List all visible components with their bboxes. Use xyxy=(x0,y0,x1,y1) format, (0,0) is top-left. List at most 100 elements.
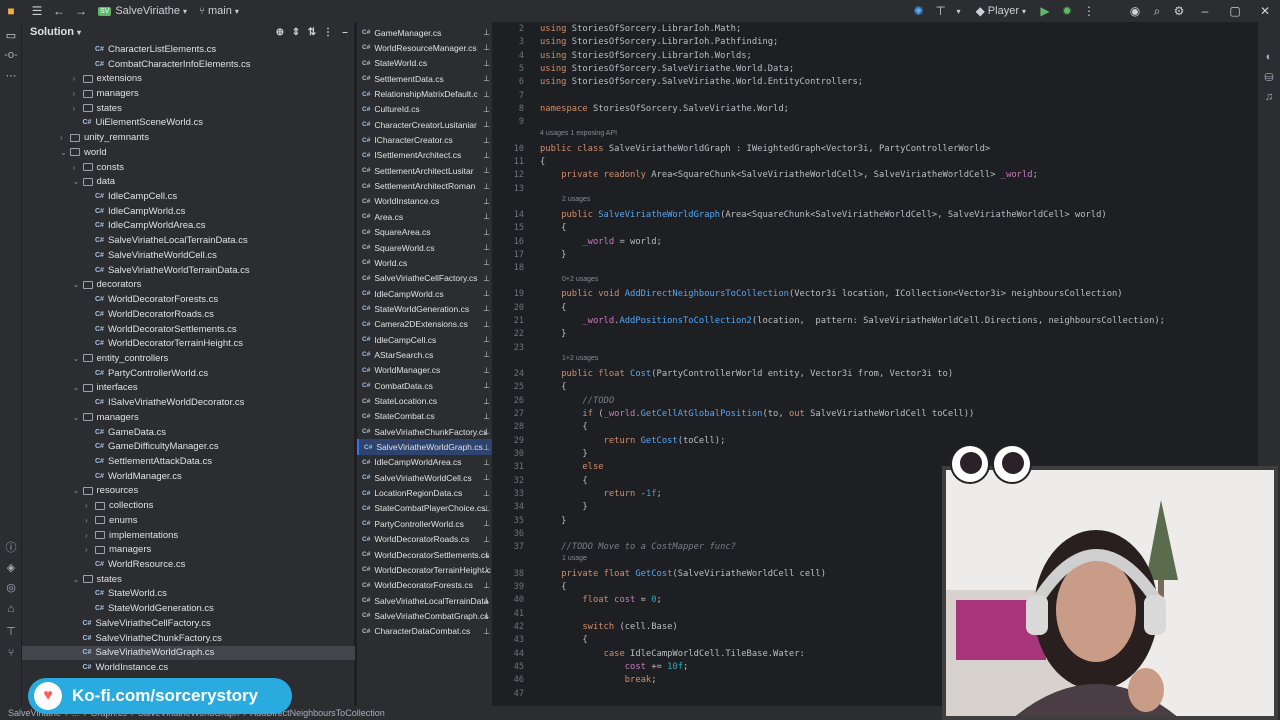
tree-file[interactable]: C# ISalveViriatheWorldDecorator.cs xyxy=(22,395,355,410)
code-line[interactable]: return -1f; xyxy=(540,489,662,499)
chevron-down-icon[interactable]: ⌄ xyxy=(73,280,83,289)
commit-icon[interactable]: -o- xyxy=(0,46,22,64)
code-line[interactable]: case IdleCampWorldCell.TileBase.Water: xyxy=(540,649,805,659)
plugin-icon[interactable]: ◉ xyxy=(1124,4,1146,18)
pin-icon[interactable]: ⊥ xyxy=(483,350,490,359)
open-file-tab[interactable]: C# StateCombatPlayerChoice.cs ⊥ xyxy=(357,501,492,516)
pin-icon[interactable]: ⊥ xyxy=(483,443,490,452)
open-file-tab[interactable]: C# SalveViriatheCombatGraph.cs ⊥ xyxy=(357,608,492,623)
pin-icon[interactable]: ⊥ xyxy=(483,258,490,267)
code-line[interactable]: namespace StoriesOfSorcery.SalveViriathe… xyxy=(540,104,789,114)
tree-file[interactable]: C# WorldDecoratorForests.cs xyxy=(22,292,355,307)
open-file-tab[interactable]: C# Camera2DExtensions.cs ⊥ xyxy=(357,317,492,332)
pin-icon[interactable]: ⊥ xyxy=(483,197,490,206)
pin-icon[interactable]: ⊥ xyxy=(483,581,490,590)
code-line[interactable]: public class SalveViriatheWorldGraph : I… xyxy=(540,144,990,154)
code-line[interactable]: } xyxy=(540,502,587,512)
code-line[interactable]: { xyxy=(540,223,566,233)
tree-file[interactable]: C# IdleCampWorld.cs xyxy=(22,204,355,219)
tree-file[interactable]: C# SalveViriatheCellFactory.cs xyxy=(22,616,355,631)
tree-folder[interactable]: ⌄ world xyxy=(22,145,355,160)
code-line[interactable]: public void AddDirectNeighboursToCollect… xyxy=(540,289,1122,299)
chevron-down-icon[interactable]: ⌄ xyxy=(73,177,83,186)
pin-icon[interactable]: ⊥ xyxy=(483,473,490,482)
chevron-down-icon[interactable]: ⌄ xyxy=(73,413,83,422)
hide-icon[interactable]: – xyxy=(336,27,354,38)
open-file-tab[interactable]: C# StateLocation.cs ⊥ xyxy=(357,393,492,408)
tree-folder[interactable]: ⌄ entity_controllers xyxy=(22,351,355,366)
tree-folder[interactable]: › managers xyxy=(22,542,355,557)
git-icon[interactable]: ⑂ xyxy=(0,644,22,662)
open-file-tab[interactable]: C# IdleCampWorld.cs ⊥ xyxy=(357,286,492,301)
codelens-hint[interactable]: 4 usages 1 exposing API xyxy=(540,130,617,137)
pin-icon[interactable]: ⊥ xyxy=(483,166,490,175)
run-config-selector[interactable]: ◆ Player ▾ xyxy=(976,0,1026,22)
tree-folder[interactable]: › consts xyxy=(22,160,355,175)
open-file-tab[interactable]: C# StateCombat.cs ⊥ xyxy=(357,409,492,424)
open-file-tab[interactable]: C# StateWorldGeneration.cs ⊥ xyxy=(357,301,492,316)
codelens-hint[interactable]: 1 usage xyxy=(562,555,587,562)
code-line[interactable]: } xyxy=(540,516,566,526)
tree-folder[interactable]: › states xyxy=(22,101,355,116)
tree-file[interactable]: C# WorldDecoratorSettlements.cs xyxy=(22,322,355,337)
pin-icon[interactable]: ⊥ xyxy=(483,611,490,620)
open-file-tab[interactable]: C# WorldResourceManager.cs ⊥ xyxy=(357,40,492,55)
more-icon[interactable]: ⋯ xyxy=(0,66,22,84)
folder-icon[interactable]: ▭ xyxy=(0,26,22,44)
more-icon[interactable]: ⋮ xyxy=(320,27,336,38)
open-file-tab[interactable]: C# CharacterCreatorLusitaniar ⊥ xyxy=(357,117,492,132)
code-line[interactable]: _world.AddPositionsToCollection2(locatio… xyxy=(540,316,1165,326)
tree-folder[interactable]: ⌄ states xyxy=(22,572,355,587)
vcs-icon[interactable]: ⊤ xyxy=(930,4,952,18)
pin-icon[interactable]: ⊥ xyxy=(483,243,490,252)
code-line[interactable]: { xyxy=(540,476,587,486)
code-line[interactable]: using StoriesOfSorcery.SalveViriathe.Wor… xyxy=(540,64,794,74)
close-icon[interactable]: ✕ xyxy=(1250,4,1280,18)
debug-icon[interactable]: ✹ xyxy=(1056,4,1078,18)
target-icon[interactable]: ⊕ xyxy=(272,27,288,38)
chevron-down-icon[interactable]: ⌄ xyxy=(73,575,83,584)
open-file-tab[interactable]: C# World.cs ⊥ xyxy=(357,255,492,270)
tree-file[interactable]: C# SalveViriatheWorldTerrainData.cs xyxy=(22,263,355,278)
tree-folder[interactable]: › managers xyxy=(22,86,355,101)
pin-icon[interactable]: ⊥ xyxy=(483,627,490,636)
pin-icon[interactable]: ⊥ xyxy=(483,504,490,513)
pin-icon[interactable]: ⊥ xyxy=(483,550,490,559)
search-icon[interactable]: ⌕ xyxy=(1146,4,1168,19)
code-line[interactable]: return GetCost(toCell); xyxy=(540,436,726,446)
code-line[interactable]: _world = world; xyxy=(540,237,661,247)
open-file-tab[interactable]: C# SalveViriatheWorldGraph.cs ⊥ xyxy=(357,439,492,455)
open-file-tab[interactable]: C# IdleCampCell.cs ⊥ xyxy=(357,332,492,347)
codelens-hint[interactable]: 0+2 usages xyxy=(562,276,598,283)
code-line[interactable]: switch (cell.Base) xyxy=(540,622,677,632)
tree-folder[interactable]: ⌄ resources xyxy=(22,484,355,499)
pin-icon[interactable]: ⊥ xyxy=(483,596,490,605)
chevron-down-icon[interactable]: ▾ xyxy=(77,28,81,37)
problems-icon[interactable]: ⓘ xyxy=(0,538,22,556)
pin-icon[interactable]: ⊥ xyxy=(483,43,490,52)
code-line[interactable]: cost += 10f; xyxy=(540,662,689,672)
open-file-tab[interactable]: C# SalveViriatheLocalTerrainData ⊥ xyxy=(357,593,492,608)
pin-icon[interactable]: ⊥ xyxy=(483,335,490,344)
build-icon[interactable]: ⌂ xyxy=(0,600,22,618)
open-file-tab[interactable]: C# CombatData.cs ⊥ xyxy=(357,378,492,393)
pin-icon[interactable]: ⊥ xyxy=(483,397,490,406)
code-line[interactable]: public SalveViriatheWorldGraph(Area<Squa… xyxy=(540,210,1107,220)
tree-file[interactable]: C# GameDifficultyManager.cs xyxy=(22,439,355,454)
code-line[interactable]: { xyxy=(540,635,587,645)
open-file-tab[interactable]: C# IdleCampWorldArea.cs ⊥ xyxy=(357,455,492,470)
more-icon[interactable]: ⋮ xyxy=(1078,4,1100,18)
open-file-tab[interactable]: C# SettlementData.cs ⊥ xyxy=(357,71,492,86)
tree-file[interactable]: C# SettlementAttackData.cs xyxy=(22,454,355,469)
project-switcher[interactable]: SV SalveViriathe ▾ xyxy=(98,0,187,22)
tree-file[interactable]: C# GameData.cs xyxy=(22,425,355,440)
pin-icon[interactable]: ⊥ xyxy=(483,120,490,129)
code-line[interactable]: { xyxy=(540,382,566,392)
open-file-tab[interactable]: C# ISettlementArchitect.cs ⊥ xyxy=(357,148,492,163)
code-line[interactable]: { xyxy=(540,582,566,592)
tree-file[interactable]: C# CharacterListElements.cs xyxy=(22,42,355,57)
notifications-icon[interactable]: ♫ xyxy=(1258,88,1280,106)
terminal-icon[interactable]: ⊤ xyxy=(0,622,22,640)
chevron-right-icon[interactable]: › xyxy=(85,531,95,540)
chevron-down-icon[interactable]: ⌄ xyxy=(73,486,83,495)
